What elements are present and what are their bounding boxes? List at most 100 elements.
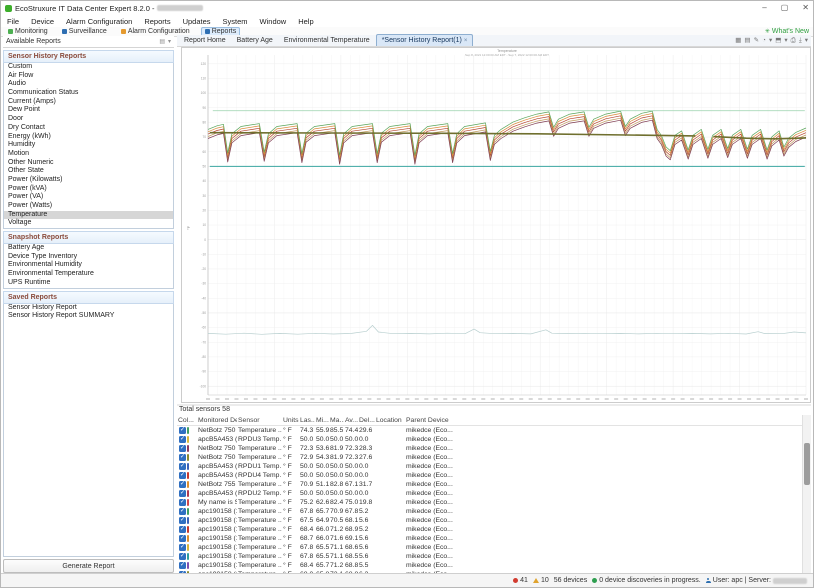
row-checkbox[interactable]: ✓ [179, 553, 186, 560]
generate-report-button[interactable]: Generate Report [3, 559, 174, 573]
table-row[interactable]: ✓apc190158 (1...Temperature ...° F67.564… [177, 516, 802, 525]
chart-table-splitter[interactable] [177, 404, 811, 406]
table-row[interactable]: ✓apc190158 (1...Temperature ...° F68.466… [177, 525, 802, 534]
dropdown-arrow-icon[interactable]: ▾ [784, 36, 787, 45]
row-checkbox[interactable]: ✓ [179, 490, 186, 497]
dropdown-arrow-icon[interactable]: ▾ [769, 36, 772, 45]
sidebar-item-custom[interactable]: Custom [4, 63, 173, 72]
edit-report-icon[interactable]: ✎ [754, 36, 759, 45]
chart-view-icon[interactable]: ▤ [744, 36, 750, 45]
row-checkbox[interactable]: ✓ [179, 508, 186, 515]
menu-window[interactable]: Window [260, 17, 287, 26]
menu-help[interactable]: Help [298, 17, 313, 26]
table-row[interactable]: ✓apc190158 (1...Temperature ...° F67.865… [177, 543, 802, 552]
row-checkbox[interactable]: ✓ [179, 472, 186, 479]
sidebar-item-air-flow[interactable]: Air Flow [4, 72, 173, 81]
table-row[interactable]: ✓apcB5A453 (1...RPDU2 Temp...° F50.050.0… [177, 489, 802, 498]
sidebar-item-other-state[interactable]: Other State [4, 167, 173, 176]
sensor-table-header[interactable]: Col...Monitored De...SensorUnitsLas...Mi… [177, 415, 802, 426]
sidebar-item-environmental-temperature[interactable]: Environmental Temperature [4, 270, 173, 279]
sidebar-item-current-amps[interactable]: Current (Amps) [4, 98, 173, 107]
column-header-av[interactable]: Av... [344, 417, 358, 424]
export-icon[interactable]: ⤓ [799, 36, 802, 45]
column-header-sensor[interactable]: Sensor [237, 417, 282, 424]
menu-system[interactable]: System [223, 17, 248, 26]
row-checkbox[interactable]: ✓ [179, 517, 186, 524]
sidebar-item-communication-status[interactable]: Communication Status [4, 89, 173, 98]
sidebar-item-temperature[interactable]: Temperature [4, 211, 173, 220]
tab-sensor-history-report-1[interactable]: *Sensor History Report(1)× [376, 34, 474, 46]
menu-file[interactable]: File [7, 17, 19, 26]
time-range-icon[interactable]: ◔ [762, 36, 766, 45]
table-row[interactable]: ✓apcB5A453 (1...RPDU1 Temp...° F50.050.0… [177, 462, 802, 471]
close-button[interactable]: ✕ [802, 2, 809, 14]
panel-collapse-icon[interactable]: ▾ [168, 38, 171, 45]
row-checkbox[interactable]: ✓ [179, 526, 186, 533]
menu-alarm-configuration[interactable]: Alarm Configuration [66, 17, 132, 26]
row-checkbox[interactable]: ✓ [179, 499, 186, 506]
options-arrow-icon[interactable]: ▾ [805, 36, 808, 45]
column-header-location[interactable]: Location [375, 417, 405, 424]
table-scrollbar-thumb[interactable] [804, 443, 810, 485]
row-checkbox[interactable]: ✓ [179, 481, 186, 488]
sidebar-item-battery-age[interactable]: Battery Age [4, 244, 173, 253]
menu-device[interactable]: Device [31, 17, 54, 26]
perspective-monitoring[interactable]: Monitoring [5, 28, 51, 36]
row-checkbox[interactable]: ✓ [179, 562, 186, 569]
column-header-las[interactable]: Las... [299, 417, 315, 424]
column-header-parent-device[interactable]: Parent Device [405, 417, 802, 424]
sidebar-item-environmental-humidity[interactable]: Environmental Humidity [4, 261, 173, 270]
sidebar-item-sensor-history-report-summary[interactable]: Sensor History Report SUMMARY [4, 312, 173, 321]
sidebar-item-sensor-history-report[interactable]: Sensor History Report [4, 304, 173, 313]
row-checkbox[interactable]: ✓ [179, 427, 186, 434]
table-row[interactable]: ✓apc190158 (1...Temperature ...° F68.465… [177, 561, 802, 570]
sidebar-item-power-watts[interactable]: Power (Watts) [4, 202, 173, 211]
sidebar-item-power-kilowatts[interactable]: Power (Kilowatts) [4, 176, 173, 185]
table-row[interactable]: ✓NetBotz 755 ...Temperature ...° F70.951… [177, 480, 802, 489]
row-checkbox[interactable]: ✓ [179, 544, 186, 551]
sidebar-item-energy-kwh[interactable]: Energy (kWh) [4, 133, 173, 142]
table-row[interactable]: ✓apc190158 (1...Temperature ...° F68.766… [177, 534, 802, 543]
sidebar-item-voltage[interactable]: Voltage [4, 219, 173, 228]
print-icon[interactable]: ⎙ [791, 36, 796, 45]
sidebar-item-humidity[interactable]: Humidity [4, 141, 173, 150]
panel-menu-icon[interactable]: ▤ [159, 38, 165, 45]
table-row[interactable]: ✓My name is Si...Temperature ...° F75.26… [177, 498, 802, 507]
tab-close-icon[interactable]: × [464, 37, 468, 45]
row-checkbox[interactable]: ✓ [179, 535, 186, 542]
table-row[interactable]: ✓NetBotz 750 ...Temperature ...° F72.954… [177, 453, 802, 462]
sidebar-item-other-numeric[interactable]: Other Numeric [4, 159, 173, 168]
table-row[interactable]: ✓apc190158 (1...Temperature ...° F67.865… [177, 507, 802, 516]
sidebar-item-audio[interactable]: Audio [4, 80, 173, 89]
sidebar-item-power-va[interactable]: Power (VA) [4, 193, 173, 202]
menu-updates[interactable]: Updates [183, 17, 211, 26]
sidebar-item-dry-contact[interactable]: Dry Contact [4, 124, 173, 133]
tab-report-home[interactable]: Report Home [179, 35, 231, 46]
column-header-units[interactable]: Units [282, 417, 299, 424]
sidebar-item-power-kva[interactable]: Power (kVA) [4, 185, 173, 194]
row-checkbox[interactable]: ✓ [179, 445, 186, 452]
sidebar-item-ups-runtime[interactable]: UPS Runtime [4, 279, 173, 288]
column-header-ma[interactable]: Ma... [329, 417, 344, 424]
column-header-del[interactable]: Del... [358, 417, 375, 424]
table-view-icon[interactable]: ▦ [735, 36, 741, 45]
sidebar-item-motion[interactable]: Motion [4, 150, 173, 159]
sidebar-item-door[interactable]: Door [4, 115, 173, 124]
column-header-monitored-de[interactable]: Monitored De... [197, 417, 237, 424]
menu-reports[interactable]: Reports [144, 17, 170, 26]
tab-battery-age[interactable]: Battery Age [232, 35, 278, 46]
minimize-button[interactable]: – [762, 2, 766, 14]
table-row[interactable]: ✓apc190158 (1...Temperature ...° F67.865… [177, 552, 802, 561]
column-header-col[interactable]: Col... [177, 417, 197, 424]
row-checkbox[interactable]: ✓ [179, 463, 186, 470]
row-checkbox[interactable]: ✓ [179, 436, 186, 443]
tab-environmental-temperature[interactable]: Environmental Temperature [279, 35, 375, 46]
sidebar-item-device-type-inventory[interactable]: Device Type Inventory [4, 253, 173, 262]
column-header-mi[interactable]: Mi... [315, 417, 329, 424]
table-scrollbar[interactable] [802, 415, 811, 574]
save-report-icon[interactable]: ⬒ [775, 36, 781, 45]
maximize-button[interactable]: ▢ [781, 2, 789, 14]
perspective-surveillance[interactable]: Surveillance [59, 28, 110, 36]
table-row[interactable]: ✓apcB5A453 (1...RPDU3 Temp...° F50.050.0… [177, 435, 802, 444]
table-row[interactable]: ✓apcB5A453 (1...RPDU4 Temp...° F50.050.0… [177, 471, 802, 480]
